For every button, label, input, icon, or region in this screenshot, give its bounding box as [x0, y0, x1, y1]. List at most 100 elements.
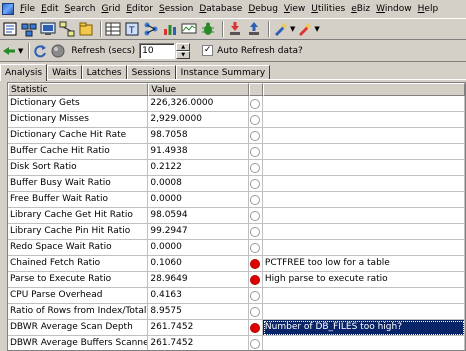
- tab-instance-summary[interactable]: Instance Summary: [175, 65, 271, 80]
- table-row[interactable]: Ratio of Rows from Index/Total Rows8.957…: [8, 304, 465, 320]
- sql-monitor-icon[interactable]: [181, 21, 197, 37]
- indicator-cell[interactable]: [248, 224, 263, 240]
- value-cell[interactable]: 98.7058: [148, 128, 249, 144]
- value-cell[interactable]: 8.9575: [148, 304, 249, 320]
- header-indicator[interactable]: [248, 83, 263, 96]
- refresh-interval-input[interactable]: [139, 42, 176, 59]
- sql-editor-icon[interactable]: [2, 21, 18, 37]
- indicator-cell[interactable]: [248, 96, 263, 112]
- message-cell[interactable]: [262, 304, 465, 320]
- menu-edit[interactable]: Edit: [38, 0, 61, 18]
- statistic-cell[interactable]: Library Cache Get Hit Ratio: [8, 208, 149, 224]
- import-icon[interactable]: [227, 21, 243, 37]
- statistic-cell[interactable]: DBWR Average Buffers Scanned: [8, 336, 149, 350]
- project-manager-icon[interactable]: [78, 21, 94, 37]
- spin-up-icon[interactable]: ▲: [176, 42, 191, 51]
- message-cell[interactable]: [262, 128, 465, 144]
- table-row[interactable]: Parse to Execute Ratio 28.9649 High parse …: [8, 272, 465, 288]
- export-icon[interactable]: [246, 21, 262, 37]
- header-statistic[interactable]: Statistic: [8, 83, 149, 96]
- chevron-down-icon[interactable]: ▼: [18, 47, 23, 55]
- value-cell[interactable]: 261.7452: [148, 336, 249, 350]
- value-cell[interactable]: 28.9649: [148, 272, 249, 288]
- menu-database[interactable]: Database: [196, 0, 245, 18]
- indicator-cell[interactable]: [248, 320, 263, 336]
- indicator-cell[interactable]: [248, 288, 263, 304]
- message-cell[interactable]: [262, 96, 465, 112]
- value-cell[interactable]: 0.0000: [148, 240, 249, 256]
- header-value[interactable]: Value: [148, 83, 249, 96]
- table-row[interactable]: Dictionary Gets 226,326.0000: [8, 96, 465, 112]
- message-cell[interactable]: [262, 192, 465, 208]
- menu-view[interactable]: View: [281, 0, 308, 18]
- value-cell[interactable]: 99.2947: [148, 224, 249, 240]
- statistic-cell[interactable]: Dictionary Cache Hit Rate: [8, 128, 149, 144]
- message-cell[interactable]: [263, 336, 465, 350]
- refresh-icon[interactable]: [33, 44, 47, 58]
- menu-utilities[interactable]: Utilities: [308, 0, 348, 18]
- navigate-arrow-icon[interactable]: [2, 44, 16, 58]
- statistic-cell[interactable]: Redo Space Wait Ratio: [8, 240, 149, 256]
- statistic-cell[interactable]: DBWR Average Scan Depth: [8, 320, 149, 336]
- indicator-cell[interactable]: [248, 208, 263, 224]
- table-row[interactable]: CPU Parse Overhead 0.4163: [8, 288, 465, 304]
- table-row[interactable]: Dictionary Cache Hit Rate 98.7058: [8, 128, 465, 144]
- refresh-interval-spinner[interactable]: ▲ ▼: [176, 42, 191, 59]
- menu-help[interactable]: Help: [415, 0, 442, 18]
- message-cell[interactable]: PCTFREE too low for a table: [262, 256, 465, 272]
- statistic-cell[interactable]: Parse to Execute Ratio: [8, 272, 149, 288]
- indicator-cell[interactable]: [248, 240, 263, 256]
- menu-ebiz[interactable]: eBiz: [348, 0, 373, 18]
- table-row[interactable]: Buffer Cache Hit Ratio 91.4938: [8, 144, 465, 160]
- indicator-cell[interactable]: [248, 160, 263, 176]
- schema-browser-icon[interactable]: [21, 21, 37, 37]
- message-cell[interactable]: Number of DB_FILES too high?: [262, 320, 465, 336]
- message-cell[interactable]: [262, 224, 465, 240]
- menu-editor[interactable]: Editor: [123, 0, 156, 18]
- message-cell[interactable]: [262, 160, 465, 176]
- indicator-cell[interactable]: [248, 176, 263, 192]
- statistic-cell[interactable]: Library Cache Pin Hit Ratio: [8, 224, 149, 240]
- tools-dropdown-icon[interactable]: [297, 21, 313, 37]
- value-cell[interactable]: 0.2122: [148, 160, 249, 176]
- message-cell[interactable]: High parse to execute ratio: [262, 272, 465, 288]
- debugger-icon[interactable]: [200, 21, 216, 37]
- statistic-cell[interactable]: Ratio of Rows from Index/Total Rows: [8, 304, 149, 320]
- statistic-cell[interactable]: Buffer Cache Hit Ratio: [8, 144, 149, 160]
- session-browser-icon[interactable]: [40, 21, 56, 37]
- grid-icon[interactable]: [105, 21, 121, 37]
- menu-file[interactable]: File: [17, 0, 38, 18]
- explain-plan-icon[interactable]: [143, 21, 159, 37]
- message-cell[interactable]: [262, 288, 465, 304]
- indicator-cell[interactable]: [248, 192, 263, 208]
- describe-icon[interactable]: T: [124, 21, 140, 37]
- menu-window[interactable]: Window: [373, 0, 415, 18]
- value-cell[interactable]: 261.7452: [148, 320, 249, 336]
- message-cell[interactable]: [262, 240, 465, 256]
- menu-search[interactable]: Search: [62, 0, 99, 18]
- indicator-cell[interactable]: [249, 336, 263, 350]
- value-cell[interactable]: 0.0000: [148, 192, 249, 208]
- statistic-cell[interactable]: Disk Sort Ratio: [8, 160, 149, 176]
- indicator-cell[interactable]: [248, 272, 263, 288]
- message-cell[interactable]: [262, 112, 465, 128]
- message-cell[interactable]: [262, 144, 465, 160]
- menu-session[interactable]: Session: [156, 0, 196, 18]
- sql-modeler-icon[interactable]: [59, 21, 75, 37]
- table-row[interactable]: Dictionary Misses 2,929.0000: [8, 112, 465, 128]
- tab-analysis[interactable]: Analysis: [0, 64, 48, 81]
- message-cell[interactable]: [262, 176, 465, 192]
- tab-sessions[interactable]: Sessions: [126, 65, 176, 80]
- tab-latches[interactable]: Latches: [81, 65, 127, 80]
- wizard-dropdown-icon[interactable]: [273, 21, 289, 37]
- statistic-cell[interactable]: Chained Fetch Ratio: [8, 256, 149, 272]
- value-cell[interactable]: 91.4938: [148, 144, 249, 160]
- value-cell[interactable]: 0.0008: [148, 176, 249, 192]
- value-cell[interactable]: 98.0594: [148, 208, 249, 224]
- table-row[interactable]: Disk Sort Ratio 0.2122: [8, 160, 465, 176]
- table-row[interactable]: Redo Space Wait Ratio 0.0000: [8, 240, 465, 256]
- value-cell[interactable]: 226,326.0000: [148, 96, 249, 112]
- table-row[interactable]: Library Cache Pin Hit Ratio 99.2947: [8, 224, 465, 240]
- statistic-cell[interactable]: Dictionary Gets: [8, 96, 149, 112]
- statistic-cell[interactable]: Dictionary Misses: [8, 112, 149, 128]
